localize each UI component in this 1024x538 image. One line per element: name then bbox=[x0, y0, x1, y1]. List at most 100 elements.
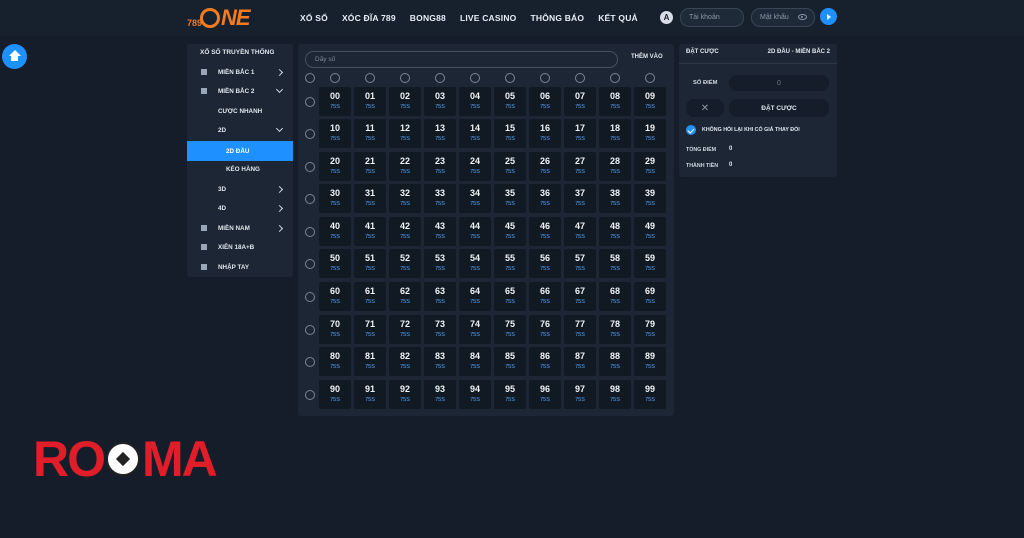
eye-slash-icon[interactable] bbox=[798, 14, 807, 20]
sidebar-item-2d-dau[interactable]: 2D ĐẦU bbox=[187, 141, 293, 161]
sidebar-item-xien[interactable]: XIÊN 18A+B bbox=[187, 237, 293, 257]
sidebar-item-mien-nam[interactable]: MIỀN NAM bbox=[187, 218, 293, 238]
points-input[interactable]: 0 bbox=[729, 75, 829, 91]
number-cell[interactable]: 00 75S bbox=[319, 87, 351, 116]
number-cell[interactable]: 39 75S bbox=[634, 184, 666, 213]
number-cell[interactable]: 03 75S bbox=[424, 87, 456, 116]
number-cell[interactable]: 21 75S bbox=[354, 152, 386, 181]
number-cell[interactable]: 19 75S bbox=[634, 119, 666, 148]
column-select-radio[interactable] bbox=[610, 73, 620, 83]
number-cell[interactable]: 30 75S bbox=[319, 184, 351, 213]
sidebar-item-mien-bac-2[interactable]: MIỀN BẮC 2 bbox=[187, 81, 293, 101]
number-cell[interactable]: 53 75S bbox=[424, 249, 456, 278]
number-cell[interactable]: 89 75S bbox=[634, 347, 666, 376]
number-cell[interactable]: 17 75S bbox=[564, 119, 596, 148]
column-select-radio[interactable] bbox=[400, 73, 410, 83]
number-cell[interactable]: 85 75S bbox=[494, 347, 526, 376]
number-cell[interactable]: 98 75S bbox=[599, 380, 631, 409]
row-select-radio[interactable] bbox=[305, 227, 315, 237]
number-cell[interactable]: 12 75S bbox=[389, 119, 421, 148]
number-cell[interactable]: 71 75S bbox=[354, 315, 386, 344]
number-cell[interactable]: 27 75S bbox=[564, 152, 596, 181]
number-cell[interactable]: 06 75S bbox=[529, 87, 561, 116]
number-cell[interactable]: 94 75S bbox=[459, 380, 491, 409]
sidebar-item-cuoc-nhanh[interactable]: CƯỢC NHANH bbox=[187, 101, 293, 121]
language-icon[interactable]: A bbox=[660, 11, 673, 24]
number-cell[interactable]: 50 75S bbox=[319, 249, 351, 278]
sidebar-item-3d[interactable]: 3D bbox=[187, 179, 293, 199]
username-input[interactable]: Tài khoản bbox=[680, 8, 744, 27]
column-select-radio[interactable] bbox=[435, 73, 445, 83]
nav-thong-bao[interactable]: THÔNG BÁO bbox=[530, 13, 584, 23]
nav-live-casino[interactable]: LIVE CASINO bbox=[460, 13, 517, 23]
number-cell[interactable]: 16 75S bbox=[529, 119, 561, 148]
number-cell[interactable]: 43 75S bbox=[424, 217, 456, 246]
number-cell[interactable]: 28 75S bbox=[599, 152, 631, 181]
number-cell[interactable]: 47 75S bbox=[564, 217, 596, 246]
column-select-radio[interactable] bbox=[645, 73, 655, 83]
place-bet-button[interactable]: ĐẶT CƯỢC bbox=[729, 99, 829, 117]
number-cell[interactable]: 23 75S bbox=[424, 152, 456, 181]
number-cell[interactable]: 42 75S bbox=[389, 217, 421, 246]
number-cell[interactable]: 07 75S bbox=[564, 87, 596, 116]
nav-xo-so[interactable]: XỔ SỐ bbox=[300, 13, 328, 23]
row-select-radio[interactable] bbox=[305, 357, 315, 367]
sidebar-item-2d[interactable]: 2D bbox=[187, 120, 293, 140]
number-cell[interactable]: 15 75S bbox=[494, 119, 526, 148]
site-logo[interactable]: 789 NE bbox=[187, 5, 251, 30]
column-select-radio[interactable] bbox=[540, 73, 550, 83]
number-cell[interactable]: 60 75S bbox=[319, 282, 351, 311]
password-input[interactable]: Mật khẩu bbox=[751, 8, 815, 27]
number-cell[interactable]: 99 75S bbox=[634, 380, 666, 409]
number-cell[interactable]: 84 75S bbox=[459, 347, 491, 376]
number-cell[interactable]: 91 75S bbox=[354, 380, 386, 409]
number-cell[interactable]: 41 75S bbox=[354, 217, 386, 246]
number-cell[interactable]: 37 75S bbox=[564, 184, 596, 213]
number-cell[interactable]: 29 75S bbox=[634, 152, 666, 181]
number-cell[interactable]: 90 75S bbox=[319, 380, 351, 409]
number-cell[interactable]: 18 75S bbox=[599, 119, 631, 148]
number-cell[interactable]: 83 75S bbox=[424, 347, 456, 376]
number-cell[interactable]: 81 75S bbox=[354, 347, 386, 376]
column-select-radio[interactable] bbox=[470, 73, 480, 83]
column-select-radio[interactable] bbox=[330, 73, 340, 83]
number-cell[interactable]: 33 75S bbox=[424, 184, 456, 213]
number-cell[interactable]: 32 75S bbox=[389, 184, 421, 213]
column-select-radio[interactable] bbox=[575, 73, 585, 83]
number-cell[interactable]: 70 75S bbox=[319, 315, 351, 344]
select-all-radio[interactable] bbox=[305, 73, 315, 83]
number-cell[interactable]: 86 75S bbox=[529, 347, 561, 376]
row-select-radio[interactable] bbox=[305, 292, 315, 302]
number-cell[interactable]: 59 75S bbox=[634, 249, 666, 278]
number-cell[interactable]: 69 75S bbox=[634, 282, 666, 311]
number-cell[interactable]: 77 75S bbox=[564, 315, 596, 344]
add-button[interactable]: THÊM VÀO bbox=[631, 54, 663, 60]
number-cell[interactable]: 93 75S bbox=[424, 380, 456, 409]
sidebar-item-nhap-tay[interactable]: NHẬP TAY bbox=[187, 257, 293, 277]
row-select-radio[interactable] bbox=[305, 162, 315, 172]
number-cell[interactable]: 92 75S bbox=[389, 380, 421, 409]
row-select-radio[interactable] bbox=[305, 325, 315, 335]
number-cell[interactable]: 66 75S bbox=[529, 282, 561, 311]
nav-ket-qua[interactable]: KẾT QUẢ bbox=[598, 13, 638, 23]
number-cell[interactable]: 51 75S bbox=[354, 249, 386, 278]
number-cell[interactable]: 24 75S bbox=[459, 152, 491, 181]
number-cell[interactable]: 22 75S bbox=[389, 152, 421, 181]
number-cell[interactable]: 49 75S bbox=[634, 217, 666, 246]
number-cell[interactable]: 52 75S bbox=[389, 249, 421, 278]
number-cell[interactable]: 79 75S bbox=[634, 315, 666, 344]
number-cell[interactable]: 48 75S bbox=[599, 217, 631, 246]
number-cell[interactable]: 73 75S bbox=[424, 315, 456, 344]
row-select-radio[interactable] bbox=[305, 129, 315, 139]
nav-xoc-dia[interactable]: XÓC ĐĨA 789 bbox=[342, 13, 396, 23]
number-cell[interactable]: 08 75S bbox=[599, 87, 631, 116]
number-cell[interactable]: 56 75S bbox=[529, 249, 561, 278]
column-select-radio[interactable] bbox=[365, 73, 375, 83]
number-cell[interactable]: 45 75S bbox=[494, 217, 526, 246]
number-cell[interactable]: 65 75S bbox=[494, 282, 526, 311]
number-cell[interactable]: 88 75S bbox=[599, 347, 631, 376]
row-select-radio[interactable] bbox=[305, 259, 315, 269]
number-cell[interactable]: 76 75S bbox=[529, 315, 561, 344]
number-cell[interactable]: 68 75S bbox=[599, 282, 631, 311]
home-button[interactable] bbox=[2, 44, 27, 69]
